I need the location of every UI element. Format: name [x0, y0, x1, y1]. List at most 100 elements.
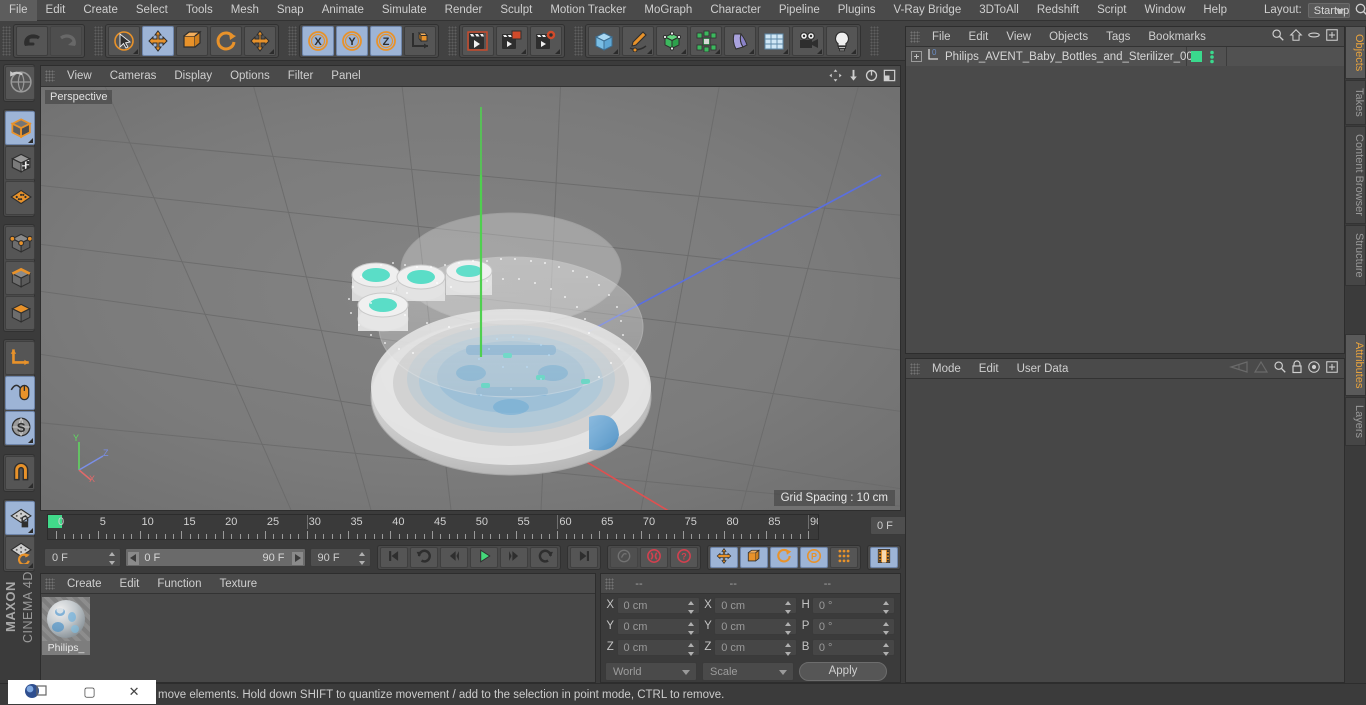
material-menu-texture[interactable]: Texture: [210, 574, 266, 594]
toolbar-grip[interactable]: [2, 25, 11, 56]
viewport-menu-display[interactable]: Display: [165, 66, 221, 87]
viewport-menu-panel[interactable]: Panel: [322, 66, 369, 87]
menu-3dtoall[interactable]: 3DToAll: [970, 0, 1028, 21]
object-menu-view[interactable]: View: [997, 27, 1040, 47]
timeline-toggle-button[interactable]: [870, 546, 898, 568]
coord-size-field[interactable]: 0 cm: [714, 617, 798, 635]
point-mode-button[interactable]: [5, 226, 35, 260]
transform-mode-dropdown[interactable]: Scale: [702, 662, 794, 681]
material-menu-function[interactable]: Function: [148, 574, 210, 594]
flyout-corner-icon[interactable]: [647, 48, 652, 54]
flyout-corner-icon[interactable]: [613, 48, 618, 54]
world-object-axis-button[interactable]: [404, 25, 436, 56]
redo-button[interactable]: [50, 25, 82, 56]
undo-view-button[interactable]: [5, 66, 35, 100]
coord-system-dropdown[interactable]: World: [605, 662, 697, 681]
right-tab-layers[interactable]: Layers: [1345, 397, 1366, 447]
object-menu-objects[interactable]: Objects: [1040, 27, 1097, 47]
expand-icon[interactable]: [911, 51, 922, 62]
array-button[interactable]: [690, 25, 722, 56]
lock-x-button[interactable]: X: [302, 25, 334, 56]
object-tree[interactable]: 0 Philips_AVENT_Baby_Bottles_and_Sterili…: [906, 47, 1344, 353]
bend-deformer-button[interactable]: [724, 25, 756, 56]
flyout-corner-icon[interactable]: [681, 48, 686, 54]
menu-simulate[interactable]: Simulate: [373, 0, 436, 21]
preview-range-bar[interactable]: 0 F 90 F: [125, 547, 306, 567]
flyout-corner-icon[interactable]: [851, 48, 856, 54]
menu-render[interactable]: Render: [436, 0, 492, 21]
object-menu-tags[interactable]: Tags: [1097, 27, 1139, 47]
step-forward-button[interactable]: [500, 546, 528, 568]
flyout-corner-icon[interactable]: [133, 48, 138, 54]
nurbs-button[interactable]: [656, 25, 688, 56]
search-icon[interactable]: [1354, 2, 1366, 18]
range-end-handle[interactable]: [291, 551, 303, 565]
spinner-icon[interactable]: [687, 600, 695, 614]
viewport-menu-options[interactable]: Options: [221, 66, 279, 87]
coord-size-field[interactable]: 0 cm: [714, 638, 798, 656]
object-menu-bookmarks[interactable]: Bookmarks: [1139, 27, 1215, 47]
home-icon[interactable]: [1289, 28, 1303, 45]
app-icon[interactable]: [24, 683, 50, 702]
spinner-icon[interactable]: [109, 551, 116, 565]
go-to-end-button[interactable]: [570, 546, 598, 568]
spline-pen-button[interactable]: [622, 25, 654, 56]
menu-animate[interactable]: Animate: [313, 0, 373, 21]
search-icon[interactable]: [1273, 360, 1287, 377]
go-to-start-button[interactable]: [380, 546, 408, 568]
model-mode-button[interactable]: [5, 111, 35, 145]
rotate-button[interactable]: [210, 25, 242, 56]
viewport-menu-cameras[interactable]: Cameras: [101, 66, 166, 87]
object-menu-edit[interactable]: Edit: [960, 27, 998, 47]
material-grip[interactable]: [45, 577, 55, 590]
key-pla-button[interactable]: [830, 546, 858, 568]
workplane-mode-button[interactable]: [5, 181, 35, 215]
autokeying-button[interactable]: ?: [670, 546, 698, 568]
menu-edit[interactable]: Edit: [37, 0, 75, 21]
toolbar-grip[interactable]: [574, 25, 583, 56]
lock-z-button[interactable]: Z: [370, 25, 402, 56]
render-view-button[interactable]: [462, 25, 494, 56]
zoom-icon[interactable]: [846, 68, 861, 86]
menu-redshift[interactable]: Redshift: [1028, 0, 1088, 21]
toolbar-grip[interactable]: [448, 25, 457, 56]
spinner-icon[interactable]: [687, 642, 695, 656]
coord-rotation-field[interactable]: 0 °: [811, 617, 896, 635]
range-start-handle[interactable]: [128, 551, 140, 565]
spinner-icon[interactable]: [883, 621, 890, 635]
rotate-view-icon[interactable]: [864, 68, 879, 86]
object-tag-dots-icon[interactable]: [1208, 50, 1216, 67]
menu-mograph[interactable]: MoGraph: [635, 0, 701, 21]
spinner-icon[interactable]: [785, 642, 792, 656]
texture-mode-button[interactable]: [5, 146, 35, 180]
ellipse-icon[interactable]: [1307, 28, 1321, 45]
spinner-icon[interactable]: [785, 600, 792, 614]
viewport-grip[interactable]: [45, 70, 55, 82]
menu-mesh[interactable]: Mesh: [222, 0, 268, 21]
right-tab-content-browser[interactable]: Content Browser: [1345, 126, 1366, 224]
right-tab-structure[interactable]: Structure: [1345, 224, 1366, 286]
coordinates-grip[interactable]: [605, 577, 615, 590]
play-forward-button[interactable]: [530, 546, 558, 568]
add-icon[interactable]: [1325, 360, 1339, 377]
lock-icon[interactable]: [1291, 360, 1303, 377]
cube-primitive-button[interactable]: [588, 25, 620, 56]
menu-file[interactable]: File: [0, 0, 37, 21]
attributes-menu-mode[interactable]: Mode: [923, 359, 970, 379]
workplane-lock-button[interactable]: [5, 501, 35, 535]
edge-mode-button[interactable]: [5, 261, 35, 295]
material-item[interactable]: Philips_: [42, 597, 90, 655]
flyout-corner-icon[interactable]: [269, 48, 274, 54]
toolbar-grip[interactable]: [94, 25, 103, 56]
add-layer-icon[interactable]: [1325, 28, 1339, 45]
menu-sculpt[interactable]: Sculpt: [491, 0, 541, 21]
flyout-corner-icon[interactable]: [521, 48, 526, 54]
attributes-grip[interactable]: [910, 362, 920, 375]
material-list[interactable]: Philips_: [41, 594, 595, 682]
object-axis-button[interactable]: [5, 341, 35, 375]
autokey-button[interactable]: [610, 546, 638, 568]
coord-rotation-field[interactable]: 0 °: [811, 596, 896, 614]
timeline-ruler[interactable]: 0 5 10 15 20 25 30 35 40 45 50 55 60 65 70 75 80 85 90: [47, 514, 819, 540]
step-back-button[interactable]: [440, 546, 468, 568]
menu-create[interactable]: Create: [74, 0, 127, 21]
